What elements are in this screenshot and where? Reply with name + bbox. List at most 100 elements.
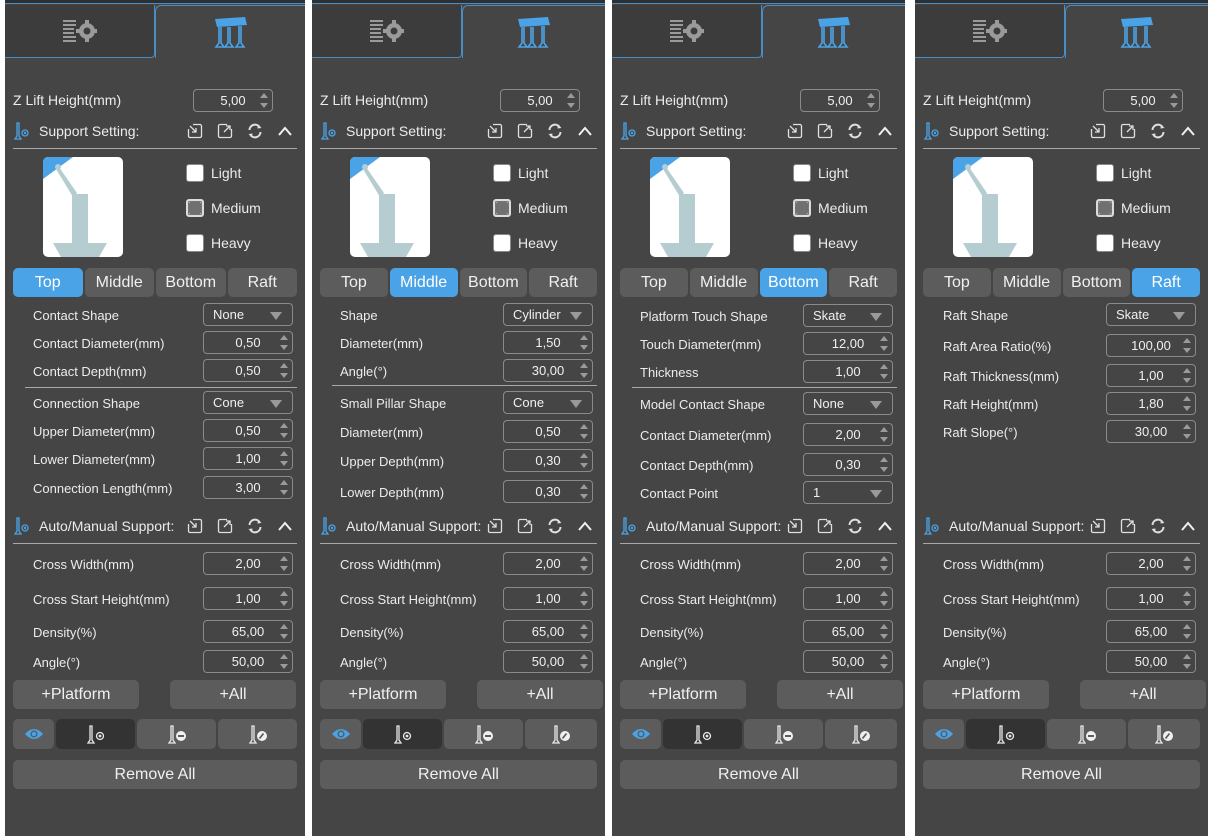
collapse-button[interactable] xyxy=(275,121,295,141)
setting-spinbox[interactable]: 65,00 xyxy=(203,620,293,643)
setting-dropdown[interactable]: Skate xyxy=(803,304,893,327)
toggle-visibility-button[interactable] xyxy=(923,719,964,749)
spin-arrows-icon[interactable] xyxy=(1183,396,1191,411)
tab-bottom[interactable]: Bottom xyxy=(1062,268,1131,297)
edit-support-tool-button[interactable] xyxy=(218,719,297,749)
export-button[interactable] xyxy=(1118,516,1138,536)
reset-button[interactable] xyxy=(545,121,565,141)
add-support-tool-button[interactable] xyxy=(663,719,742,749)
setting-spinbox[interactable]: 2,00 xyxy=(203,552,293,575)
density-light-checkbox[interactable]: Light xyxy=(1096,164,1151,182)
spin-arrows-icon[interactable] xyxy=(1183,556,1191,571)
setting-spinbox[interactable]: 30,00 xyxy=(1106,420,1196,443)
spin-arrows-icon[interactable] xyxy=(1183,654,1191,669)
import-button[interactable] xyxy=(485,121,505,141)
setting-spinbox[interactable]: 0,50 xyxy=(203,419,293,442)
setting-spinbox[interactable]: 0,30 xyxy=(503,480,593,503)
collapse-button[interactable] xyxy=(875,121,895,141)
density-heavy-checkbox[interactable]: Heavy xyxy=(493,234,558,252)
tab-support[interactable] xyxy=(762,5,905,58)
add-platform-support-button[interactable]: +Platform xyxy=(620,680,746,709)
setting-spinbox[interactable]: 50,00 xyxy=(1106,650,1196,673)
tab-print-settings[interactable] xyxy=(612,5,762,58)
reset-button[interactable] xyxy=(845,516,865,536)
tab-support[interactable] xyxy=(462,5,605,58)
tab-support[interactable] xyxy=(155,5,305,58)
reset-button[interactable] xyxy=(245,516,265,536)
checkbox-box[interactable] xyxy=(793,164,811,182)
setting-spinbox[interactable]: 65,00 xyxy=(803,620,893,643)
density-heavy-checkbox[interactable]: Heavy xyxy=(1096,234,1161,252)
checkbox-box-partial[interactable] xyxy=(493,199,511,217)
setting-dropdown[interactable]: Cone xyxy=(203,391,293,414)
export-button[interactable] xyxy=(515,121,535,141)
density-heavy-checkbox[interactable]: Heavy xyxy=(186,234,251,252)
setting-dropdown[interactable]: None xyxy=(803,392,893,415)
spin-arrows-icon[interactable] xyxy=(280,335,288,350)
density-light-checkbox[interactable]: Light xyxy=(493,164,548,182)
spin-arrows-icon[interactable] xyxy=(280,591,288,606)
setting-spinbox[interactable]: 1,00 xyxy=(803,587,893,610)
spin-arrows-icon[interactable] xyxy=(280,654,288,669)
setting-spinbox[interactable]: 0,50 xyxy=(503,420,593,443)
add-support-tool-button[interactable] xyxy=(966,719,1045,749)
import-button[interactable] xyxy=(185,121,205,141)
setting-spinbox[interactable]: 2,00 xyxy=(1106,552,1196,575)
checkbox-box[interactable] xyxy=(493,234,511,252)
checkbox-box-partial[interactable] xyxy=(186,199,204,217)
spin-arrows-icon[interactable] xyxy=(880,624,888,639)
tab-top[interactable]: Top xyxy=(320,268,388,297)
add-support-tool-button[interactable] xyxy=(56,719,135,749)
spin-arrows-icon[interactable] xyxy=(580,484,588,499)
import-button[interactable] xyxy=(1088,121,1108,141)
add-all-support-button[interactable]: +All xyxy=(1080,680,1206,709)
tab-print-settings[interactable] xyxy=(312,5,462,58)
setting-dropdown[interactable]: Skate xyxy=(1106,303,1196,326)
setting-spinbox[interactable]: 65,00 xyxy=(1106,620,1196,643)
toggle-visibility-button[interactable] xyxy=(620,719,661,749)
tab-raft[interactable]: Raft xyxy=(227,268,297,297)
spin-arrows-icon[interactable] xyxy=(580,654,588,669)
collapse-button[interactable] xyxy=(575,516,595,536)
checkbox-box[interactable] xyxy=(186,164,204,182)
density-medium-checkbox[interactable]: Medium xyxy=(793,199,868,217)
spin-arrows-icon[interactable] xyxy=(567,93,575,108)
tab-raft[interactable]: Raft xyxy=(1132,268,1200,297)
tab-middle[interactable]: Middle xyxy=(689,268,758,297)
setting-spinbox[interactable]: 50,00 xyxy=(803,650,893,673)
spin-arrows-icon[interactable] xyxy=(1183,368,1191,383)
reset-button[interactable] xyxy=(1148,121,1168,141)
remove-all-supports-button[interactable]: Remove All xyxy=(320,760,597,789)
add-all-support-button[interactable]: +All xyxy=(170,680,296,709)
tab-top[interactable]: Top xyxy=(923,268,991,297)
spin-arrows-icon[interactable] xyxy=(280,480,288,495)
setting-spinbox[interactable]: 1,00 xyxy=(1106,364,1196,387)
tab-top[interactable]: Top xyxy=(13,268,83,297)
spin-arrows-icon[interactable] xyxy=(280,624,288,639)
checkbox-box[interactable] xyxy=(493,164,511,182)
import-button[interactable] xyxy=(185,516,205,536)
add-support-tool-button[interactable] xyxy=(363,719,442,749)
remove-all-supports-button[interactable]: Remove All xyxy=(13,760,297,789)
import-button[interactable] xyxy=(1088,516,1108,536)
reset-button[interactable] xyxy=(245,121,265,141)
checkbox-box[interactable] xyxy=(1096,164,1114,182)
reset-button[interactable] xyxy=(845,121,865,141)
setting-spinbox[interactable]: 1,00 xyxy=(203,587,293,610)
spin-arrows-icon[interactable] xyxy=(880,591,888,606)
setting-spinbox[interactable]: 0,50 xyxy=(203,359,293,382)
z-lift-height-spinbox[interactable]: 5,00 xyxy=(1103,89,1183,112)
spin-arrows-icon[interactable] xyxy=(580,363,588,378)
spin-arrows-icon[interactable] xyxy=(280,423,288,438)
remove-support-tool-button[interactable] xyxy=(1047,719,1126,749)
setting-spinbox[interactable]: 12,00 xyxy=(803,332,893,355)
collapse-button[interactable] xyxy=(275,516,295,536)
density-medium-checkbox[interactable]: Medium xyxy=(1096,199,1171,217)
spin-arrows-icon[interactable] xyxy=(1183,591,1191,606)
spin-arrows-icon[interactable] xyxy=(880,427,888,442)
setting-spinbox[interactable]: 0,30 xyxy=(503,449,593,472)
tab-support[interactable] xyxy=(1065,5,1208,58)
z-lift-height-spinbox[interactable]: 5,00 xyxy=(500,89,580,112)
add-platform-support-button[interactable]: +Platform xyxy=(923,680,1049,709)
tab-middle[interactable]: Middle xyxy=(992,268,1061,297)
